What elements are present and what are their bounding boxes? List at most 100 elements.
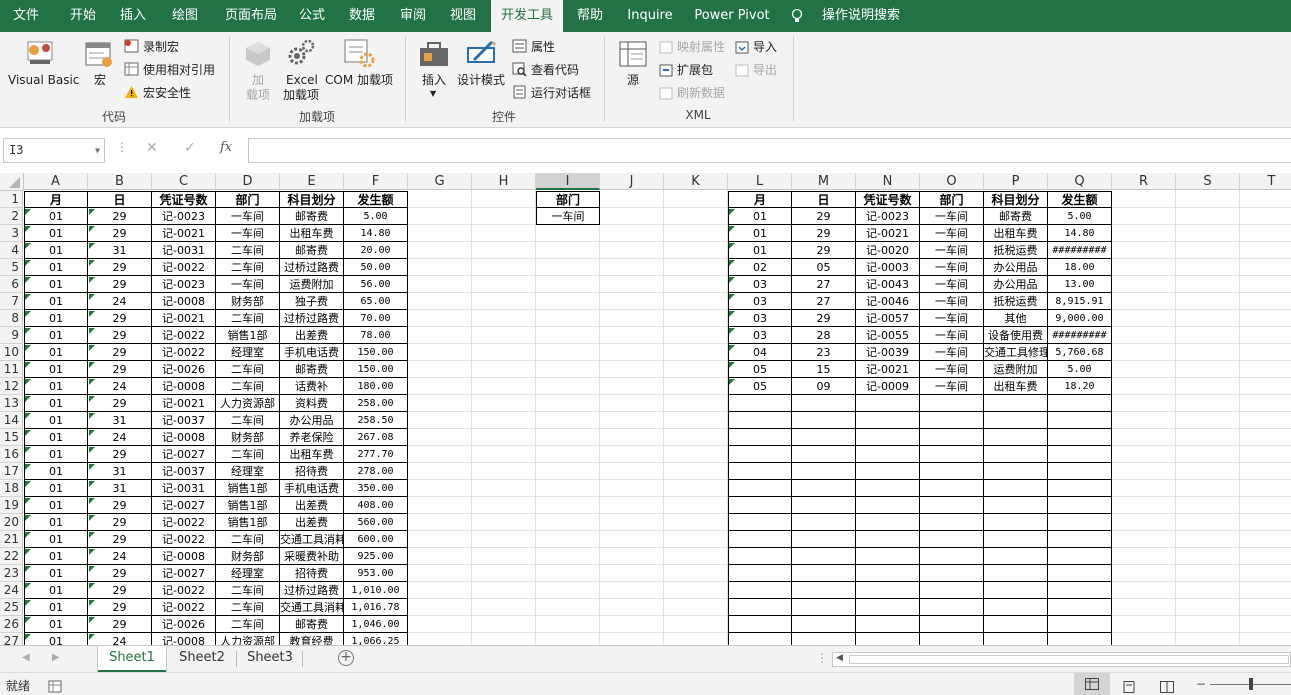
result-table-empty-cell[interactable] [1048,565,1112,582]
table-cell[interactable]: 记-0022 [152,531,216,548]
row-header[interactable]: 5 [0,259,23,276]
result-table-cell[interactable]: 5,760.68 [1048,344,1112,361]
row-header[interactable]: 4 [0,242,23,259]
result-table-cell[interactable]: 13.00 [1048,276,1112,293]
table-cell[interactable]: 29 [88,395,152,412]
sheet-tab-sheet3[interactable]: Sheet3 [238,646,302,672]
table-cell[interactable]: 话费补 [280,378,344,395]
row-header[interactable]: 9 [0,327,23,344]
table-cell[interactable]: 养老保险 [280,429,344,446]
result-table-empty-cell[interactable] [856,429,920,446]
table-cell[interactable]: 29 [88,582,152,599]
table-cell[interactable]: 560.00 [344,514,408,531]
table-header[interactable]: 凭证号数 [152,191,216,208]
result-table-empty-cell[interactable] [856,616,920,633]
tab-review[interactable]: 审阅 [390,0,436,32]
result-table-empty-cell[interactable] [1048,548,1112,565]
result-table-empty-cell[interactable] [920,497,984,514]
visual-basic-icon[interactable] [24,38,58,74]
table-cell[interactable]: 29 [88,497,152,514]
tab-formulas[interactable]: 公式 [290,0,334,32]
table-cell[interactable]: 01 [24,565,88,582]
result-table-header[interactable]: 日 [792,191,856,208]
table-cell[interactable]: 31 [88,242,152,259]
result-table-empty-cell[interactable] [856,497,920,514]
table-cell[interactable]: 财务部 [216,293,280,310]
table-cell[interactable]: 出差费 [280,327,344,344]
table-cell[interactable]: 56.00 [344,276,408,293]
macro-security-button[interactable]: 宏安全性 [143,85,191,101]
table-cell[interactable]: 记-0022 [152,514,216,531]
row-header[interactable]: 25 [0,599,23,616]
table-header[interactable]: 月 [24,191,88,208]
row-header[interactable]: 3 [0,225,23,242]
table-cell[interactable]: 24 [88,548,152,565]
result-table-empty-cell[interactable] [792,514,856,531]
result-table-empty-cell[interactable] [792,599,856,616]
table-cell[interactable]: 记-0021 [152,395,216,412]
result-table-empty-cell[interactable] [920,480,984,497]
result-table-cell[interactable]: 03 [728,310,792,327]
column-header[interactable]: N [856,173,920,190]
result-table-empty-cell[interactable] [792,446,856,463]
tab-page-layout[interactable]: 页面布局 [218,0,284,32]
result-table-empty-cell[interactable] [920,633,984,645]
row-header[interactable]: 21 [0,531,23,548]
column-header[interactable]: G [408,173,472,190]
result-table-cell[interactable]: 设备使用费 [984,327,1048,344]
table-cell[interactable]: 二车间 [216,616,280,633]
table-cell[interactable]: 记-0027 [152,446,216,463]
table-cell[interactable]: 邮寄费 [280,242,344,259]
row-header[interactable]: 16 [0,446,23,463]
result-table-cell[interactable]: 29 [792,225,856,242]
result-table-cell[interactable]: 一车间 [920,310,984,327]
table-cell[interactable]: 二车间 [216,446,280,463]
macro-record-icon[interactable] [48,678,62,695]
properties-button[interactable]: 属性 [531,39,555,55]
table-cell[interactable]: 交通工具消耗 [280,531,344,548]
table-cell[interactable]: 29 [88,616,152,633]
table-cell[interactable]: 925.00 [344,548,408,565]
result-table-cell[interactable]: 5.00 [1048,361,1112,378]
result-table-empty-cell[interactable] [920,599,984,616]
result-table-header[interactable]: 发生额 [1048,191,1112,208]
result-table-empty-cell[interactable] [920,395,984,412]
result-table-empty-cell[interactable] [920,514,984,531]
table-cell[interactable]: 180.00 [344,378,408,395]
table-cell[interactable]: 01 [24,276,88,293]
row-header[interactable]: 6 [0,276,23,293]
result-table-empty-cell[interactable] [728,446,792,463]
sheet-tab-sheet2[interactable]: Sheet2 [170,646,234,672]
table-cell[interactable]: 01 [24,514,88,531]
result-table-empty-cell[interactable] [792,582,856,599]
table-cell[interactable]: 记-0022 [152,344,216,361]
table-cell[interactable]: 29 [88,310,152,327]
zoom-slider-thumb[interactable] [1249,678,1253,690]
scroll-right-icon[interactable]: ▶ [52,652,60,663]
table-cell[interactable]: 01 [24,616,88,633]
result-table-cell[interactable]: 29 [792,208,856,225]
table-cell[interactable]: 记-0022 [152,259,216,276]
view-code-button[interactable]: 查看代码 [531,62,579,78]
column-header[interactable]: C [152,173,216,190]
result-table-empty-cell[interactable] [856,395,920,412]
relative-reference-button[interactable]: 使用相对引用 [143,62,215,78]
table-cell[interactable]: 记-0022 [152,582,216,599]
result-table-cell[interactable]: 01 [728,208,792,225]
table-cell[interactable]: 01 [24,463,88,480]
tab-help[interactable]: 帮助 [568,0,612,32]
table-cell[interactable]: 01 [24,378,88,395]
table-cell[interactable]: 01 [24,293,88,310]
table-cell[interactable]: 销售1部 [216,480,280,497]
table-cell[interactable]: 267.08 [344,429,408,446]
column-header[interactable]: J [600,173,664,190]
macro-icon[interactable] [84,40,114,74]
result-table-cell[interactable]: 05 [792,259,856,276]
result-table-cell[interactable]: 记-0009 [856,378,920,395]
result-table-empty-cell[interactable] [792,548,856,565]
column-header[interactable]: O [920,173,984,190]
result-table-empty-cell[interactable] [984,616,1048,633]
table-cell[interactable]: 记-0037 [152,463,216,480]
record-macro-button[interactable]: 录制宏 [143,39,179,55]
table-cell[interactable]: 600.00 [344,531,408,548]
